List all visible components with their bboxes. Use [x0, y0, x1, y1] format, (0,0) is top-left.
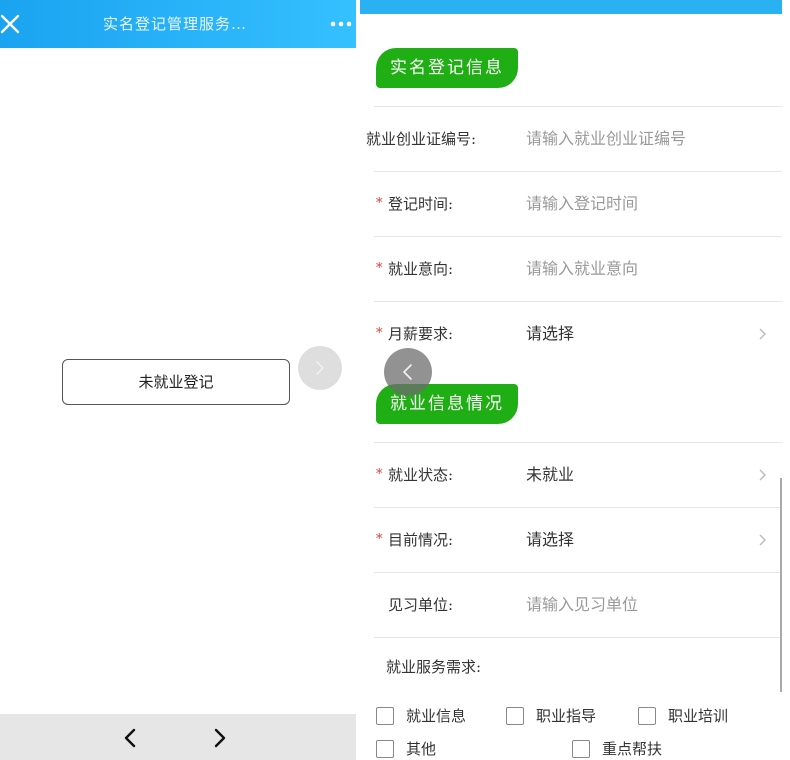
checkbox-career-guidance[interactable]: 职业指导	[506, 705, 616, 729]
required-mark: *	[376, 261, 383, 276]
close-icon[interactable]	[0, 8, 28, 40]
bottom-nav-bar	[0, 714, 356, 760]
checkbox-box[interactable]	[376, 740, 394, 758]
form-row-employment-status[interactable]: * 就业状态: 未就业	[360, 443, 782, 507]
checkbox-box[interactable]	[638, 707, 656, 725]
employment-intent-input[interactable]: 请输入就业意向	[526, 237, 638, 301]
field-label: 见习单位:	[388, 596, 454, 614]
field-label: 就业意向:	[388, 260, 454, 278]
checkbox-box[interactable]	[572, 740, 590, 758]
top-bar	[360, 0, 782, 14]
employment-status-select[interactable]: 未就业	[526, 443, 574, 507]
chevron-right-icon	[756, 465, 770, 485]
chevron-right-icon[interactable]	[206, 725, 232, 751]
form-row-internship-unit: 见习单位: 请输入见习单位	[360, 573, 782, 637]
right-screen: 实名登记信息 就业创业证编号: 请输入就业创业证编号 * 登记时间: 请输入登记…	[360, 0, 790, 760]
register-time-input[interactable]: 请输入登记时间	[526, 172, 638, 236]
scrollbar[interactable]	[780, 478, 782, 692]
more-dots-icon[interactable]	[328, 10, 356, 38]
checkbox-label: 职业培训	[668, 707, 729, 725]
field-label: 就业状态:	[388, 466, 454, 484]
chevron-right-icon	[756, 530, 770, 550]
current-situation-select[interactable]: 请选择	[526, 508, 574, 572]
form-row-employment-intent: * 就业意向: 请输入就业意向	[360, 237, 782, 301]
back-circle-icon[interactable]	[384, 348, 432, 396]
required-mark: *	[376, 467, 383, 482]
unemployed-registration-button[interactable]: 未就业登记	[62, 359, 290, 405]
section-title-registration: 实名登记信息	[376, 48, 518, 88]
required-mark: *	[376, 326, 383, 341]
form-row-current-situation[interactable]: * 目前情况: 请选择	[360, 508, 782, 572]
field-label: 目前情况:	[388, 531, 454, 549]
checkbox-vocational-training[interactable]: 职业培训	[638, 705, 758, 729]
left-screen: 实名登记管理服务… 未就业登记	[0, 0, 356, 760]
internship-unit-input[interactable]: 请输入见习单位	[526, 573, 638, 637]
form-row-register-time: * 登记时间: 请输入登记时间	[360, 172, 782, 236]
divider	[374, 637, 782, 638]
checkbox-label: 就业信息	[406, 707, 467, 725]
chevron-left-icon[interactable]	[118, 725, 144, 751]
checkbox-key-assistance[interactable]: 重点帮扶	[572, 738, 692, 760]
checkbox-label: 职业指导	[536, 707, 597, 725]
chevron-right-icon	[756, 324, 770, 344]
checkbox-employment-info[interactable]: 就业信息	[376, 705, 486, 729]
forward-circle-icon[interactable]	[298, 346, 342, 390]
top-bar: 实名登记管理服务…	[0, 0, 356, 48]
checkbox-label: 重点帮扶	[602, 740, 663, 758]
salary-requirement-select[interactable]: 请选择	[526, 302, 574, 366]
checkbox-box[interactable]	[506, 707, 524, 725]
checkbox-other[interactable]: 其他	[376, 738, 486, 760]
page-title: 实名登记管理服务…	[102, 15, 247, 33]
checkbox-box[interactable]	[376, 707, 394, 725]
field-label: 登记时间:	[388, 195, 454, 213]
required-mark: *	[376, 196, 383, 211]
form-row-cert-number: 就业创业证编号: 请输入就业创业证编号	[360, 107, 782, 171]
cert-number-input[interactable]: 请输入就业创业证编号	[526, 107, 686, 171]
required-mark: *	[376, 532, 383, 547]
checkbox-label: 其他	[406, 740, 437, 758]
service-needs-label: 就业服务需求:	[386, 658, 482, 676]
field-label: 就业创业证编号:	[366, 130, 477, 148]
